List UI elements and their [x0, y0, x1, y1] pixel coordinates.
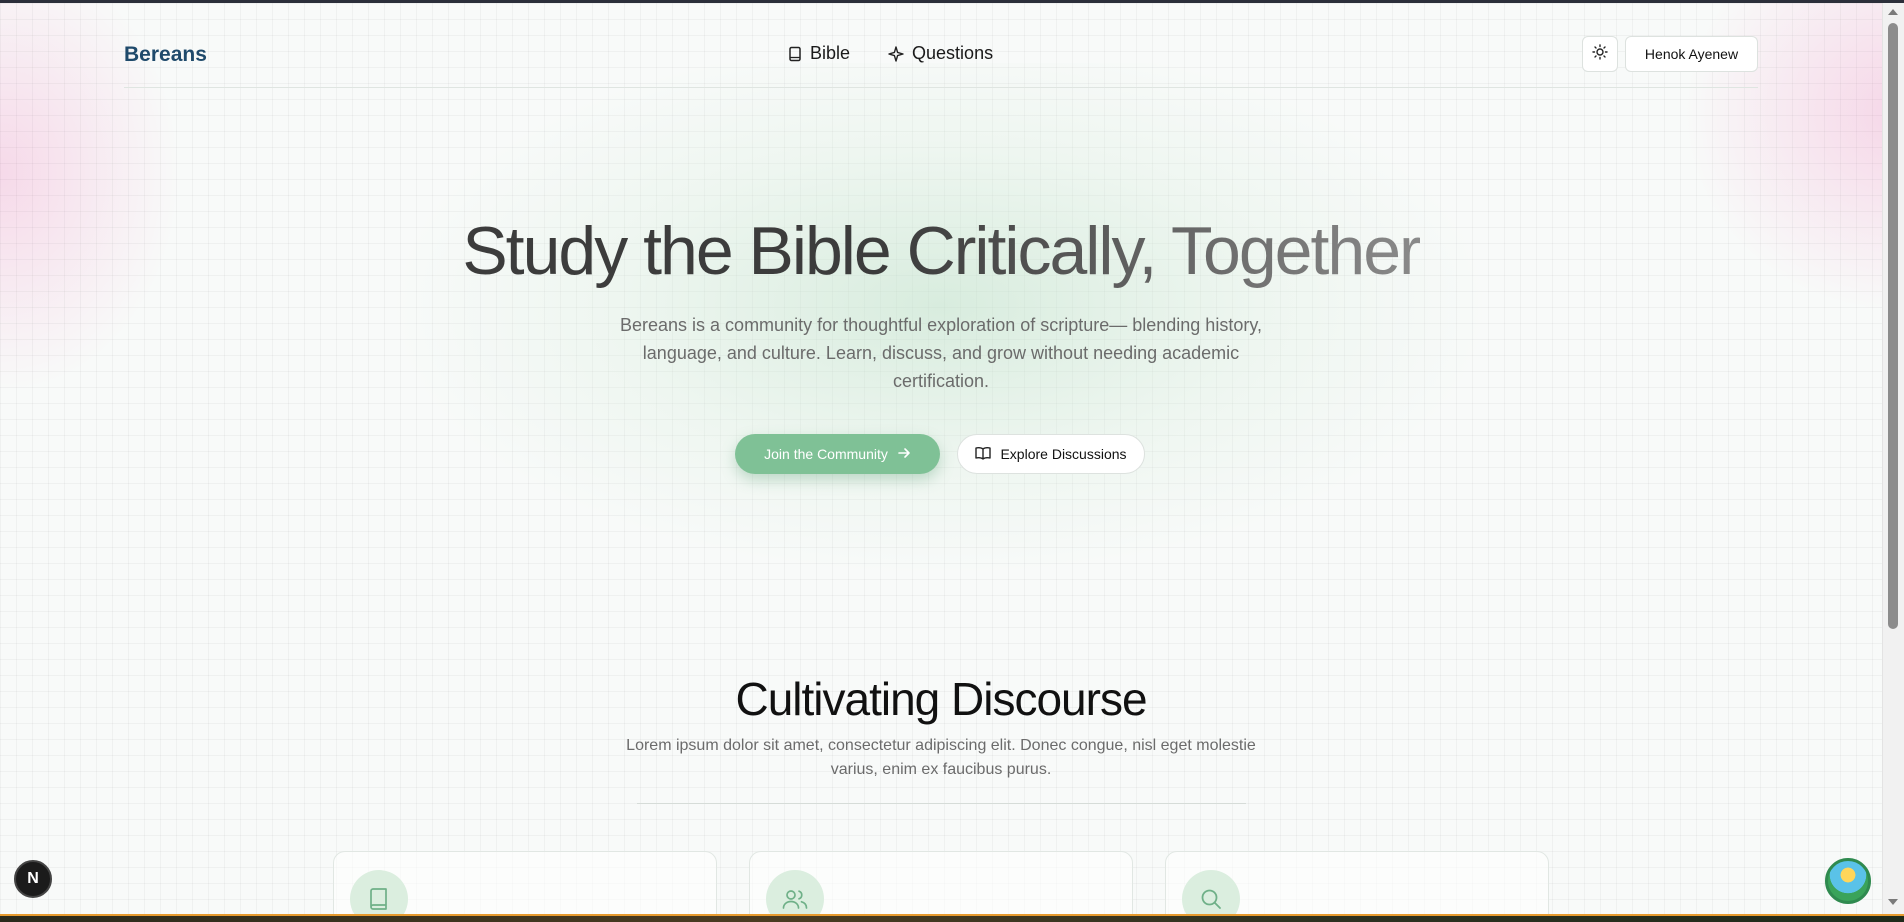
scroll-down-arrow[interactable]	[1888, 899, 1898, 905]
next-devtools-badge[interactable]: N	[14, 860, 52, 898]
section-divider	[637, 803, 1246, 804]
nav-questions[interactable]: Questions	[888, 43, 993, 64]
hero-actions: Join the Community Explore Discussions	[735, 434, 1145, 474]
assistant-avatar-button[interactable]	[1825, 858, 1871, 904]
page-scrollbar[interactable]	[1882, 3, 1904, 922]
feature-card	[333, 851, 717, 922]
join-community-button[interactable]: Join the Community	[735, 434, 940, 474]
main-nav: Bible Questions	[788, 43, 993, 64]
feature-card	[1165, 851, 1549, 922]
sparkle-icon	[888, 45, 904, 62]
book-icon	[788, 46, 802, 62]
explore-discussions-label: Explore Discussions	[1000, 446, 1127, 462]
brand-logo[interactable]: Bereans	[124, 43, 207, 67]
nav-bible[interactable]: Bible	[788, 43, 850, 64]
nav-questions-label: Questions	[912, 43, 994, 63]
sun-icon	[1592, 43, 1608, 65]
theme-toggle-button[interactable]	[1582, 36, 1618, 72]
scrollbar-thumb[interactable]	[1888, 23, 1898, 629]
feature-card	[749, 851, 1133, 922]
open-book-icon	[975, 446, 992, 463]
nav-bible-label: Bible	[810, 43, 851, 63]
section-subtitle: Lorem ipsum dolor sit amet, consectetur …	[626, 737, 1256, 778]
hero-title-text: Study the Bible Critically, Together	[462, 213, 1421, 289]
hero-title: Study the Bible Critically, Together	[0, 206, 1882, 296]
scroll-up-arrow[interactable]	[1888, 9, 1898, 15]
desktop-strip	[0, 914, 1904, 922]
page: Bereans Bible Questions Henok Ayenew Stu…	[0, 0, 1904, 922]
explore-discussions-button[interactable]: Explore Discussions	[957, 434, 1145, 474]
user-menu-button[interactable]: Henok Ayenew	[1625, 36, 1758, 72]
hero-subtitle: Bereans is a community for thoughtful ex…	[620, 315, 1262, 391]
site-header: Bereans Bible Questions Henok Ayenew	[124, 33, 1758, 88]
section-title: Cultivating Discourse	[735, 673, 1147, 725]
join-community-label: Join the Community	[764, 446, 888, 462]
arrow-right-icon	[898, 446, 911, 462]
